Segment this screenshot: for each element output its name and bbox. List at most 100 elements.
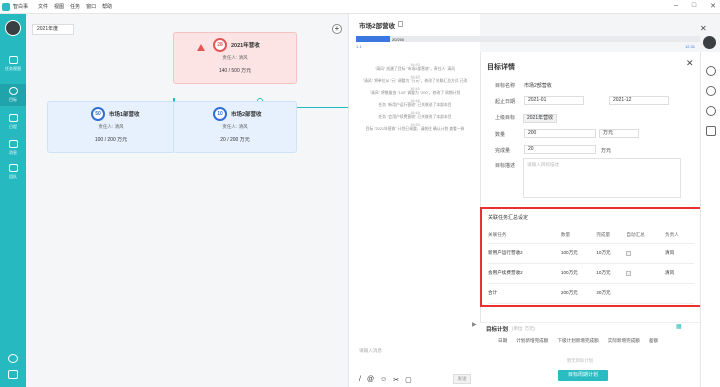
chat-toolbar: / @ ☺ ✂ ▢ xyxy=(359,376,412,384)
auto-sum-checkbox[interactable] xyxy=(626,270,632,276)
unit-hint: (单位: 万元) xyxy=(512,326,535,331)
message-text: 任务 "新用户运行营收" 已关联进了本部本目 xyxy=(378,103,452,107)
task-name[interactable]: 新用户运行营收2 xyxy=(488,243,561,264)
empty-state: 暂无目标计划 xyxy=(566,358,594,363)
section-title: 关联任务汇总设定 xyxy=(488,215,529,221)
end-date-field[interactable]: 2021-12 xyxy=(609,96,669,105)
progress-fill xyxy=(356,36,391,42)
send-button[interactable]: 发送 xyxy=(453,374,471,384)
auto-sum-checkbox[interactable] xyxy=(626,250,632,256)
progress-ring: 28 xyxy=(213,38,227,52)
info-icon[interactable] xyxy=(706,66,716,76)
total-qty: 200万元 xyxy=(560,283,597,304)
task-owner: 清风 xyxy=(665,243,694,264)
goal-amount: 100 / 200 万元 xyxy=(94,137,128,143)
rail-item-label: 日程 xyxy=(9,124,17,129)
menu-view[interactable]: 视图 xyxy=(54,3,64,10)
section-title: 目标计划 xyxy=(486,327,509,333)
goal-node-child[interactable]: 50 市场1部营收 责任人: 清风 100 / 200 万元 xyxy=(47,101,175,153)
close-icon[interactable]: ✕ xyxy=(700,24,707,33)
start-date-field[interactable]: 2021-01 xyxy=(524,96,584,105)
field-label: 目标名称 xyxy=(495,83,516,89)
collapse-icon[interactable]: ▶ xyxy=(472,321,477,328)
column-header: 实际新增完成额 xyxy=(607,338,640,343)
target-icon xyxy=(8,87,18,95)
goal-name-field[interactable]: 市场2部营收 xyxy=(524,82,552,89)
goal-owner: 责任人: 清风 xyxy=(222,55,248,60)
document-icon[interactable] xyxy=(8,370,18,379)
progress-start: 1.1 xyxy=(356,44,362,49)
calendar-icon xyxy=(8,114,18,122)
emoji-icon[interactable]: ☺ xyxy=(380,376,387,384)
task-done: 10万元 xyxy=(596,243,627,264)
panel-title: 市场2部营收 xyxy=(359,23,396,30)
menu-task[interactable]: 任务 xyxy=(70,3,80,10)
user-avatar[interactable] xyxy=(5,20,21,36)
close-icon[interactable]: ✕ xyxy=(686,58,694,69)
goal-node-child[interactable]: 10 市场2部营收 责任人: 清风 20 / 200 万元 xyxy=(173,101,297,153)
description-input[interactable]: 请输入目标描述 xyxy=(523,158,681,198)
rail-item-goals[interactable]: 目标 xyxy=(0,84,26,106)
grid-icon[interactable]: ▦ xyxy=(676,323,682,330)
contacts-icon[interactable] xyxy=(8,354,18,363)
maximize-icon[interactable]: □ xyxy=(692,2,696,10)
minimize-icon[interactable]: – xyxy=(674,2,678,10)
app-logo-icon xyxy=(2,2,10,11)
table-row[interactable]: 会用户续费营收2 100万元 10万元 清风 xyxy=(488,263,694,284)
menu-file[interactable]: 文件 xyxy=(38,3,48,10)
document-icon[interactable] xyxy=(398,21,403,27)
plan-columns: 日期 计划新增完成额 下级计划新增完成额 实际新增完成额 差额 xyxy=(498,338,658,344)
total-label: 合计 xyxy=(488,283,561,304)
zoom-in-button[interactable]: + xyxy=(332,24,342,34)
task-name[interactable]: 会用户续费营收2 xyxy=(488,263,561,284)
menu-bar: 文件 视图 任务 窗口 帮助 xyxy=(38,3,112,10)
rail-item-team[interactable]: 团队 xyxy=(0,164,26,180)
message-text: "清风" 创建了目标 "市场2部营收"，责任人: 清风 xyxy=(374,67,456,71)
star-icon[interactable] xyxy=(706,106,716,116)
table-row[interactable]: 新用户运行营收2 100万元 10万元 清风 xyxy=(488,243,694,264)
detail-title: 目标详情 xyxy=(487,64,515,71)
message-input[interactable]: 请输入消息 xyxy=(359,348,382,354)
goal-node-root[interactable]: 28 2021年营收 责任人: 清风 140 / 500 万元 xyxy=(173,32,297,84)
task-qty: 100万元 xyxy=(560,243,597,264)
table-row-total: 合计 200万元 20万元 xyxy=(488,283,694,304)
person-icon[interactable] xyxy=(706,86,716,96)
app-title: 智白事 xyxy=(13,4,29,10)
goal-name: 市场1部营收 xyxy=(109,112,140,118)
activity-panel: 市场2部营收 16:43 "清风" 创建了目标 "市场2部营收"，责任人: 清风… xyxy=(348,14,480,387)
rail-item-calendar[interactable]: 日程 xyxy=(0,114,26,130)
mention-icon[interactable]: @ xyxy=(367,376,374,384)
menu-window[interactable]: 窗口 xyxy=(86,3,96,10)
rail-item-messages[interactable]: 消息 xyxy=(0,140,26,156)
goal-owner: 责任人: 清风 xyxy=(98,124,124,129)
column-header: 计划新增完成额 xyxy=(516,338,549,343)
folder-icon[interactable]: ▢ xyxy=(405,376,412,384)
list-icon xyxy=(8,56,18,64)
goal-plan-section: 目标计划 (单位: 万元) ▦ 日期 计划新增完成额 下级计划新增完成额 实际新… xyxy=(480,322,700,387)
done-unit: 万元 xyxy=(601,148,612,154)
scissors-icon[interactable]: ✂ xyxy=(393,376,399,384)
year-select[interactable]: 2021年度 xyxy=(32,24,74,35)
title-bar: 智白事 文件 视图 任务 窗口 帮助 – □ ✕ xyxy=(0,0,720,14)
goal-owner: 责任人: 清风 xyxy=(222,124,248,129)
goal-cycle-plan-button[interactable]: 目标周期计划 xyxy=(558,370,608,381)
rail-item-tasks[interactable]: 任务视图 xyxy=(0,56,26,72)
rail-item-label: 目标 xyxy=(9,97,17,102)
close-icon[interactable]: ✕ xyxy=(710,2,716,10)
rail-item-label: 团队 xyxy=(9,174,17,179)
task-qty: 100万元 xyxy=(560,263,597,284)
avatar[interactable] xyxy=(703,36,716,49)
message-text: "清风" 将单位从 "元" 调整为 "万元"，修改了关联汇总方式 已改 xyxy=(362,79,468,83)
folder-icon[interactable] xyxy=(706,126,716,136)
quantity-field[interactable]: 200 xyxy=(524,129,596,138)
done-field[interactable]: 20 xyxy=(524,145,596,154)
field-label: 起止日期 xyxy=(495,99,516,105)
parent-goal-tag[interactable]: 2021年营收 xyxy=(523,114,558,123)
unit-select[interactable]: 万元 xyxy=(599,129,639,138)
italic-icon[interactable]: / xyxy=(359,376,361,384)
menu-help[interactable]: 帮助 xyxy=(102,3,112,10)
column-header: 自动汇总 xyxy=(626,227,665,244)
rail-item-label: 消息 xyxy=(9,150,17,155)
field-label: 上级目标 xyxy=(495,115,516,121)
window-controls: – □ ✕ xyxy=(674,2,716,10)
